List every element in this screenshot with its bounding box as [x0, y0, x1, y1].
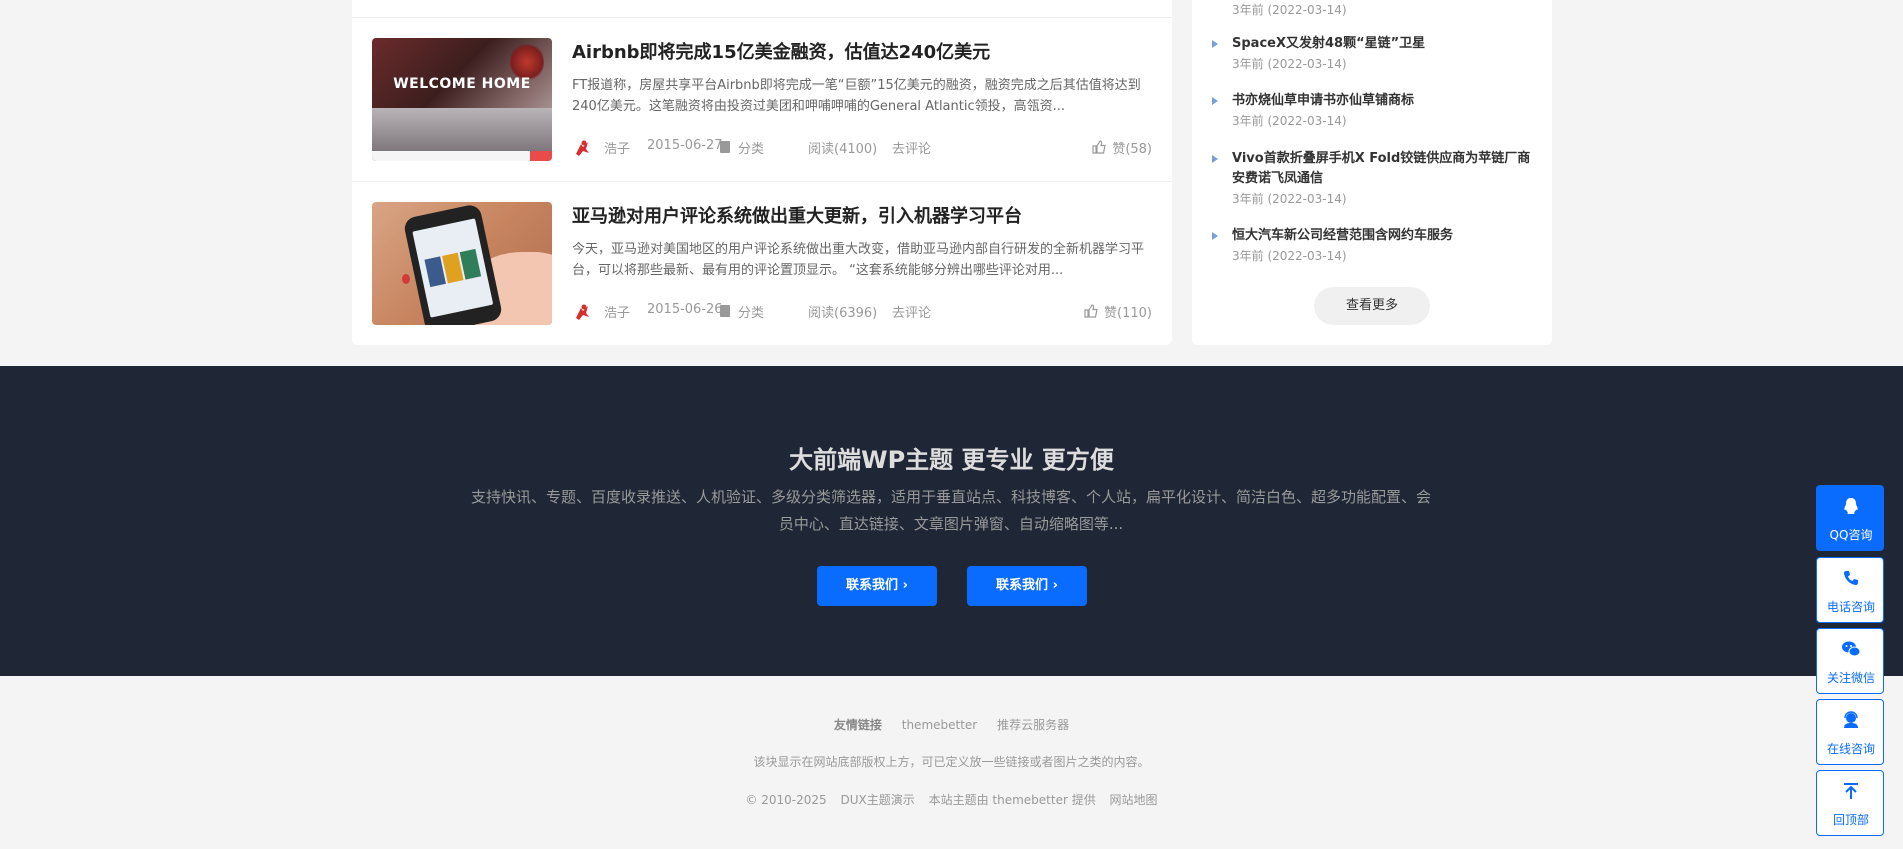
article-excerpt: 今天，亚马逊对美国地区的用户评论系统做出重大改变，借助亚马逊内部自行研发的全新机… — [572, 242, 1145, 278]
avatar[interactable] — [572, 302, 592, 322]
wechat-icon — [1842, 641, 1861, 657]
phone-image — [402, 203, 504, 325]
thumbnail-text: WELCOME HOME — [393, 76, 531, 92]
back-to-top-button[interactable]: 回顶部 — [1816, 770, 1884, 836]
bullet-icon — [1212, 232, 1218, 240]
bullet-icon — [1212, 155, 1218, 163]
contact-button[interactable]: 联系我们 › — [817, 566, 937, 606]
friend-links-label: 友情链接 — [833, 718, 882, 732]
theme-provider-link[interactable]: 本站主题由 themebetter 提供 — [929, 793, 1096, 807]
sidebar-item[interactable]: Vivo首款折叠屏手机X Fold铰链供应商为苹链厂商安费诺飞凤通信 3年前 (… — [1212, 149, 1542, 209]
article-reads: 阅读(6396) — [808, 306, 878, 321]
sidebar-item-date: 3年前 (2022-03-14) — [1232, 114, 1347, 128]
contact-button[interactable]: 联系我们 › — [967, 566, 1087, 606]
article-thumbnail[interactable]: WELCOME HOME — [372, 38, 552, 161]
article-thumbnail[interactable] — [372, 202, 552, 325]
article-reads: 阅读(4100) — [808, 142, 878, 157]
article-title[interactable]: Airbnb即将完成15亿美金融资，估值达240亿美元 — [572, 38, 990, 64]
nail-image — [402, 274, 410, 284]
tool-label: 电话咨询 — [1826, 600, 1875, 614]
article-meta: 浩子 2015-06-26 分类 阅读(6396) 去评论 赞(110) — [572, 302, 1152, 322]
qq-consult-button[interactable]: QQ咨询 — [1816, 485, 1884, 551]
bullet-icon — [1212, 97, 1218, 105]
sidebar-item: 3年前 (2022-03-14) — [1232, 0, 1542, 20]
article-comment-link[interactable]: 去评论 — [892, 138, 931, 157]
sidebar-item-title[interactable]: 书亦烧仙草申请书亦仙草铺商标 — [1232, 91, 1542, 111]
sidebar-item-date: 3年前 (2022-03-14) — [1232, 192, 1347, 206]
sidebar-item-date: 3年前 (2022-03-14) — [1232, 3, 1347, 17]
article-date: 2015-06-27 — [647, 138, 723, 153]
article-comment-link[interactable]: 去评论 — [892, 302, 931, 321]
bullet-icon — [1212, 40, 1218, 48]
article-author[interactable]: 浩子 — [604, 138, 630, 157]
avatar[interactable] — [572, 138, 592, 158]
article-item: WELCOME HOME Airbnb即将完成15亿美金融资，估值达240亿美元… — [352, 18, 1172, 182]
view-more-button[interactable]: 查看更多 — [1314, 287, 1430, 325]
thumbs-up-icon — [1084, 304, 1098, 318]
sidebar-item-title[interactable]: 恒大汽车新公司经营范围含网约车服务 — [1232, 226, 1542, 246]
article-category[interactable]: 分类 — [719, 302, 764, 321]
tool-label: QQ咨询 — [1829, 528, 1873, 542]
article-item: 亚马逊对用户评论系统做出重大更新，引入机器学习平台 今天，亚马逊对美国地区的用户… — [352, 182, 1172, 346]
wechat-follow-button[interactable]: 关注微信 — [1816, 628, 1884, 694]
article-title[interactable]: 亚马逊对用户评论系统做出重大更新，引入机器学习平台 — [572, 202, 1022, 228]
article-date: 2015-06-26 — [647, 302, 723, 317]
phone-icon — [1844, 571, 1858, 585]
thumbnail-bar — [372, 151, 552, 161]
thumbs-up-icon — [1092, 140, 1107, 154]
tool-label: 关注微信 — [1826, 671, 1875, 685]
footer-note: 该块显示在网站底部版权上方，可已定义放一些链接或者图片之类的内容。 — [753, 755, 1150, 769]
sidebar-item[interactable]: 书亦烧仙草申请书亦仙草铺商标 3年前 (2022-03-14) — [1212, 91, 1542, 131]
contact-button-label: 联系我们 — [996, 578, 1049, 593]
copyright-text: © 2010-2025 — [745, 793, 827, 807]
support-icon — [1844, 711, 1858, 728]
like-button[interactable]: 赞(110) — [1084, 302, 1152, 321]
sitemap-link[interactable]: 网站地图 — [1110, 793, 1158, 807]
bed-image — [372, 108, 552, 153]
like-count: 赞(58) — [1112, 142, 1152, 157]
site-footer: 友情链接 themebetter 推荐云服务器 该块显示在网站底部版权上方，可已… — [0, 676, 1903, 849]
tool-label: 回顶部 — [1832, 813, 1869, 827]
article-author[interactable]: 浩子 — [604, 302, 630, 321]
contact-button-label: 联系我们 — [846, 578, 899, 593]
phone-consult-button[interactable]: 电话咨询 — [1816, 557, 1884, 623]
content-area: WELCOME HOME Airbnb即将完成15亿美金融资，估值达240亿美元… — [0, 0, 1903, 366]
friend-links: 友情链接 themebetter 推荐云服务器 — [0, 716, 1903, 733]
like-button[interactable]: 赞(58) — [1092, 138, 1152, 157]
sidebar-item[interactable]: 恒大汽车新公司经营范围含网约车服务 3年前 (2022-03-14) — [1212, 226, 1542, 266]
article-meta: 浩子 2015-06-27 分类 阅读(4100) 去评论 赞(58) — [572, 138, 1152, 158]
sidebar-item-date: 3年前 (2022-03-14) — [1232, 57, 1347, 71]
qq-icon — [1844, 498, 1858, 514]
sidebar-item-date: 3年前 (2022-03-14) — [1232, 249, 1347, 263]
banner-description: 支持快讯、专题、百度收录推送、人机验证、多级分类筛选器，适用于垂直站点、科技博客… — [470, 488, 1431, 533]
article-list: WELCOME HOME Airbnb即将完成15亿美金融资，估值达240亿美元… — [352, 0, 1172, 345]
sidebar-item[interactable]: SpaceX又发射48颗“星链”卫星 3年前 (2022-03-14) — [1212, 34, 1542, 74]
back-to-top-icon — [1844, 783, 1858, 799]
article-category[interactable]: 分类 — [719, 138, 764, 157]
banner-title: 大前端WP主题 更专业 更方便 — [789, 446, 1114, 474]
sidebar-item-title[interactable]: SpaceX又发射48颗“星链”卫星 — [1232, 34, 1542, 54]
site-name-link[interactable]: DUX主题演示 — [841, 793, 915, 807]
chevron-right-icon: › — [902, 578, 908, 593]
footer-copyright: © 2010-2025 DUX主题演示 本站主题由 themebetter 提供… — [0, 791, 1903, 808]
article-excerpt: FT报道称，房屋共享平台Airbnb即将完成一笔“巨额”15亿美元的融资，融资完… — [572, 78, 1141, 114]
like-count: 赞(110) — [1104, 306, 1152, 321]
friend-link[interactable]: 推荐云服务器 — [997, 718, 1069, 732]
online-consult-button[interactable]: 在线咨询 — [1816, 699, 1884, 765]
tool-label: 在线咨询 — [1826, 742, 1875, 756]
chevron-right-icon: › — [1052, 578, 1058, 593]
sidebar-item-title[interactable]: Vivo首款折叠屏手机X Fold铰链供应商为苹链厂商安费诺飞凤通信 — [1232, 149, 1542, 189]
promo-banner: 大前端WP主题 更专业 更方便 支持快讯、专题、百度收录推送、人机验证、多级分类… — [0, 366, 1903, 676]
friend-link[interactable]: themebetter — [902, 718, 978, 732]
